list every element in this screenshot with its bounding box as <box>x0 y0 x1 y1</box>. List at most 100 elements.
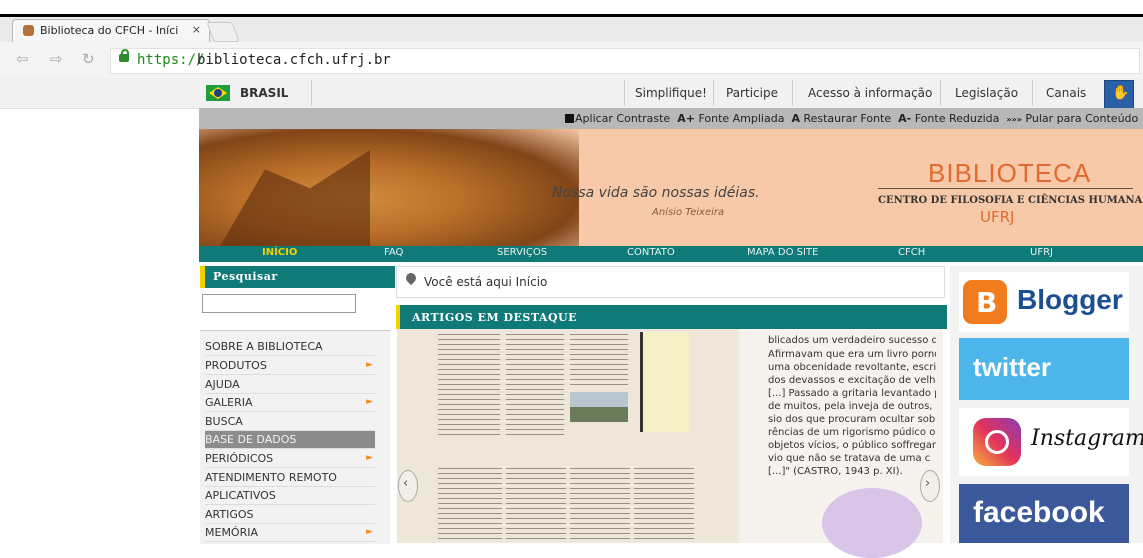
slide-next-button[interactable]: › <box>920 470 940 502</box>
forward-icon[interactable]: ⇨ <box>50 50 63 68</box>
brazil-flag-icon[interactable] <box>206 85 230 101</box>
article-text-line: blicados um verdadeiro sucesso de <box>768 335 936 346</box>
institution-name: UFRJ <box>980 208 1015 226</box>
article-text-line: sio dos que procuram ocultar sobre as <box>768 414 936 425</box>
gov-divider <box>311 80 312 106</box>
browser-tab[interactable]: Biblioteca do CFCH - Iníci × <box>12 19 210 42</box>
nav-item-inicio[interactable]: INÍCIO <box>262 247 297 258</box>
slide-prev-button[interactable]: ‹ <box>398 470 418 502</box>
submenu-arrow-icon: ► <box>366 527 373 537</box>
nav-item-contato[interactable]: CONTATO <box>627 247 675 258</box>
gov-divider <box>624 80 625 106</box>
article-text-line: vio que não se tratava de uma c <box>768 453 931 464</box>
article-text-line: dos devassos e excitação de velhos <box>768 375 936 386</box>
articles-title: Artigos em destaque <box>412 311 577 324</box>
twitter-label: twitter <box>973 352 1051 382</box>
facebook-link[interactable]: facebook <box>959 484 1129 543</box>
article-text-line: Afirmavam que era um livro porno <box>768 349 936 360</box>
favicon-icon <box>23 25 34 36</box>
sidebar-item-ajuda[interactable]: AJUDA <box>205 376 375 394</box>
sidebar-item-aplicativos[interactable]: APLICATIVOS <box>205 487 375 505</box>
tab-title: Biblioteca do CFCH - Iníci <box>40 24 179 37</box>
article-text-line: rências de um rigorismo púdico os m <box>768 427 936 438</box>
search-heading: Pesquisar <box>200 266 395 288</box>
gov-link-canais[interactable]: Canais <box>1046 86 1086 100</box>
tab-close-button[interactable]: × <box>192 23 201 36</box>
sidebar-item-sobre[interactable]: SOBRE A BIBLIOTECA <box>205 338 375 356</box>
nav-item-ufrj[interactable]: UFRJ <box>1030 247 1053 258</box>
gov-link-legislacao[interactable]: Legislação <box>955 86 1018 100</box>
sidebar-item-base-de-dados[interactable]: BASE DE DADOS <box>205 431 375 449</box>
nav-item-mapa[interactable]: MAPA DO SITE <box>747 247 818 258</box>
article-text-line: objetos vícios, o público soffregament <box>768 440 936 451</box>
chevron-left-icon: ‹ <box>403 476 409 491</box>
lock-icon <box>119 49 129 62</box>
font-restore-glyph: A <box>791 112 800 125</box>
submenu-arrow-icon: ► <box>366 397 373 407</box>
gov-link-simplifique[interactable]: Simplifique! <box>635 86 707 100</box>
url-host: biblioteca.cfch.ufrj.br <box>197 52 391 68</box>
sidebar-item-busca[interactable]: BUSCA <box>205 413 375 431</box>
contrast-icon <box>565 114 574 123</box>
instagram-link[interactable]: Instagram <box>959 408 1143 476</box>
library-title[interactable]: BIBLIOTECA <box>928 158 1091 189</box>
sidebar-item-artigos[interactable]: ARTIGOS <box>205 506 375 524</box>
article-text-line: [...]" (CASTRO, 1943 p. XI). <box>768 466 903 477</box>
skip-to-content-link[interactable]: Pular para Conteúdo <box>1025 112 1138 125</box>
sidebar-item-atendimento[interactable]: ATENDIMENTO REMOTO <box>205 469 375 487</box>
article-text-column <box>438 332 500 437</box>
font-larger-link[interactable]: Fonte Ampliada <box>698 112 784 125</box>
search-title: Pesquisar <box>213 270 278 283</box>
back-icon[interactable]: ⇦ <box>16 50 29 68</box>
font-restore-link[interactable]: Restaurar Fonte <box>803 112 891 125</box>
blogger-icon <box>963 280 1007 324</box>
font-smaller-link[interactable]: Fonte Reduzida <box>915 112 1000 125</box>
library-subtitle: CENTRO DE FILOSOFIA E CIÊNCIAS HUMANAS <box>878 195 1143 206</box>
submenu-arrow-icon: ► <box>366 453 373 463</box>
gov-link-acesso[interactable]: Acesso à informação <box>808 86 932 100</box>
window-top <box>0 0 1143 14</box>
font-larger-glyph: A+ <box>677 112 695 125</box>
blogger-link[interactable]: Blogger <box>959 272 1129 332</box>
url-scheme: https:// <box>137 52 205 68</box>
gov-divider <box>713 80 714 106</box>
address-bar[interactable]: https:// biblioteca.cfch.ufrj.br <box>110 48 1140 74</box>
sidebar-item-galeria[interactable]: GALERIA ► <box>205 394 375 412</box>
contrast-link[interactable]: Aplicar Contraste <box>565 112 670 125</box>
submenu-arrow-icon: ► <box>366 360 373 370</box>
title-divider <box>878 188 1133 189</box>
accessibility-hand-icon[interactable]: ✋ <box>1104 80 1134 109</box>
article-text-column <box>506 466 566 543</box>
facebook-label: facebook <box>973 496 1105 529</box>
font-smaller-glyph: A- <box>898 112 912 125</box>
gov-divider <box>1032 80 1033 106</box>
article-text-column <box>570 466 630 543</box>
sidebar-item-produtos[interactable]: PRODUTOS ► <box>205 357 375 375</box>
sidebar-item-periodicos[interactable]: PERIÓDICOS ► <box>205 450 375 468</box>
search-input[interactable] <box>202 294 356 313</box>
gov-link-participe[interactable]: Participe <box>726 86 778 100</box>
article-text-column <box>634 466 694 543</box>
instagram-icon <box>973 418 1021 466</box>
twitter-link[interactable]: twitter <box>959 338 1129 400</box>
instagram-label: Instagram <box>1031 426 1143 451</box>
banner-motto-author: Anísio Teixeira <box>652 207 725 218</box>
article-photo <box>570 392 628 422</box>
article-highlight-box <box>640 332 689 432</box>
article-text-column <box>506 332 564 437</box>
nav-item-servicos[interactable]: SERVIÇOS <box>497 247 547 258</box>
article-text-line: uma obcenidade revoltante, escrito p <box>768 362 936 373</box>
nav-item-faq[interactable]: FAQ <box>384 247 403 258</box>
article-text-column <box>438 466 502 543</box>
nav-item-cfch[interactable]: CFCH <box>898 247 925 258</box>
reload-icon[interactable]: ↻ <box>82 50 95 68</box>
sidebar-item-memoria[interactable]: MEMÓRIA ► <box>205 524 375 542</box>
article-text-line: [...] Passado a gritaria levantado pelo <box>768 388 936 399</box>
skip-glyph: »»» <box>1006 115 1022 124</box>
articles-heading: Artigos em destaque <box>396 305 947 329</box>
breadcrumb-text: Você está aqui Início <box>424 275 548 289</box>
article-text-column <box>570 332 628 388</box>
gov-divider <box>940 80 941 106</box>
banner-motto: Nossa vida são nossas idéias. <box>552 185 760 201</box>
brasil-link[interactable]: BRASIL <box>240 86 288 100</box>
